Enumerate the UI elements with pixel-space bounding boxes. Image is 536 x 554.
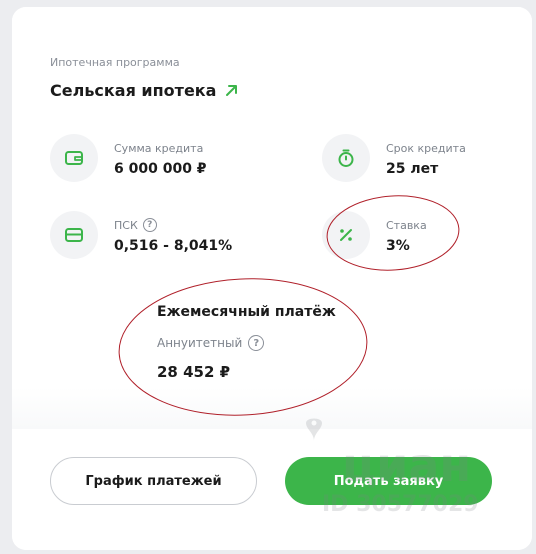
loan-term-value: 25 лет [386, 161, 439, 177]
loan-amount-item: Сумма кредита 6 000 000 ₽ [50, 134, 207, 182]
apply-button[interactable]: Подать заявку [285, 457, 492, 505]
program-title[interactable]: Сельская ипотека [50, 81, 216, 100]
monthly-payment-value: 28 452 ₽ [157, 363, 231, 381]
mortgage-card: Ипотечная программа Сельская ипотека Сум… [12, 7, 532, 550]
psk-item: ПСК ? 0,516 - 8,041% [50, 211, 232, 259]
rate-label: Ставка [386, 218, 427, 232]
question-icon[interactable]: ? [142, 218, 157, 232]
card-icon [50, 211, 98, 259]
payment-schedule-button[interactable]: График платежей [50, 457, 257, 505]
psk-label: ПСК [114, 218, 138, 232]
loan-amount-label: Сумма кредита [114, 141, 204, 155]
payment-type-label: Аннуитетный [157, 336, 243, 350]
loan-amount-value: 6 000 000 ₽ [114, 161, 207, 177]
psk-value: 0,516 - 8,041% [114, 238, 233, 254]
payment-schedule-label: График платежей [85, 473, 222, 489]
percent-icon [322, 211, 370, 259]
apply-label: Подать заявку [333, 473, 444, 489]
wallet-icon [50, 134, 98, 182]
monthly-payment-title: Ежемесячный платёж [157, 304, 336, 320]
loan-term-label: Срок кредита [386, 141, 466, 155]
loan-term-item: Срок кредита 25 лет [322, 134, 466, 182]
program-title-link[interactable]: Сельская ипотека [50, 81, 239, 100]
monthly-payment-block: Ежемесячный платёж Аннуитетный ? 28 452 … [157, 304, 336, 381]
rate-item: Ставка 3% [322, 211, 427, 259]
arrow-up-right-icon[interactable] [224, 83, 239, 98]
stopwatch-icon [322, 134, 370, 182]
question-icon[interactable]: ? [248, 335, 265, 351]
rate-value: 3% [386, 238, 410, 254]
program-label: Ипотечная программа [50, 56, 180, 69]
